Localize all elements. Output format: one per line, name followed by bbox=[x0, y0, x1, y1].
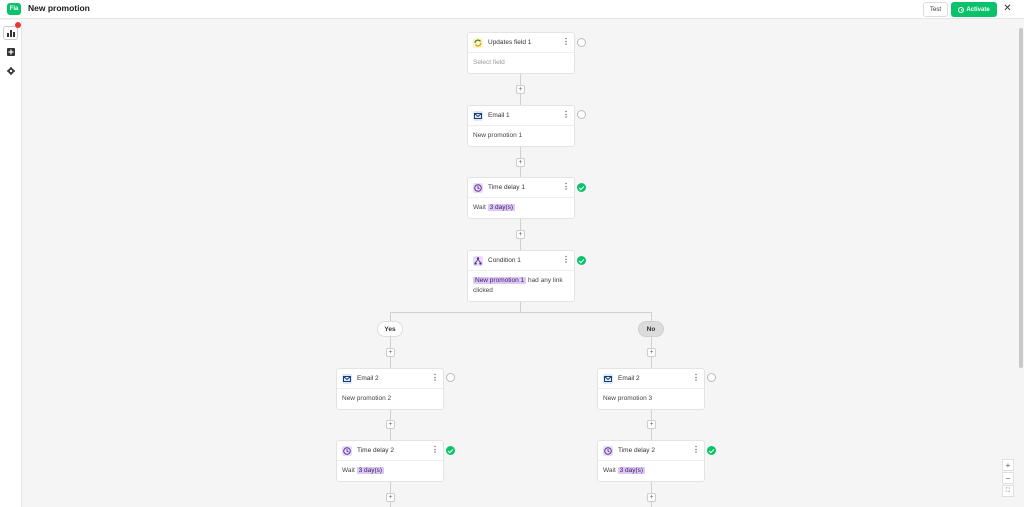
wait-label: Wait bbox=[473, 204, 486, 211]
add-step-button[interactable]: + bbox=[386, 420, 395, 429]
analytics-icon bbox=[6, 30, 15, 37]
more-menu-icon[interactable]: ⋮ bbox=[431, 374, 439, 382]
node-title: Updates field 1 bbox=[488, 39, 532, 46]
more-menu-icon[interactable]: ⋮ bbox=[562, 256, 570, 264]
vertical-scrollbar[interactable] bbox=[1017, 20, 1024, 507]
status-pending-icon bbox=[707, 373, 716, 382]
status-pending-icon bbox=[446, 373, 455, 382]
condition-icon bbox=[473, 255, 483, 266]
node-body: Wait 3 day(s) bbox=[337, 461, 443, 476]
node-body: Wait 3 day(s) bbox=[598, 461, 704, 476]
clock-icon bbox=[473, 182, 483, 193]
email-icon bbox=[473, 110, 483, 121]
node-title: Time delay 1 bbox=[488, 184, 525, 191]
zoom-out-button[interactable]: − bbox=[1002, 472, 1014, 484]
branch-yes[interactable]: Yes bbox=[377, 321, 403, 337]
node-time-delay-3[interactable]: Time delay 2 ⋮ Wait 3 day(s) bbox=[597, 440, 705, 482]
add-step-button[interactable]: + bbox=[516, 158, 525, 167]
scrollbar-thumb[interactable] bbox=[1019, 28, 1023, 368]
left-toolbar bbox=[0, 20, 22, 507]
add-block-icon bbox=[6, 48, 15, 56]
node-title: Condition 1 bbox=[488, 257, 521, 264]
status-done-icon bbox=[707, 446, 716, 455]
more-menu-icon[interactable]: ⋮ bbox=[692, 374, 700, 382]
close-button[interactable]: ✕ bbox=[1002, 3, 1013, 14]
branch-no[interactable]: No bbox=[638, 321, 664, 337]
node-email-3[interactable]: Email 2 ⋮ New promotion 3 bbox=[597, 368, 705, 410]
page-title: New promotion bbox=[28, 3, 90, 13]
condition-email: New promotion 1 bbox=[473, 277, 527, 284]
add-step-button[interactable]: + bbox=[647, 348, 656, 357]
play-icon bbox=[958, 6, 965, 13]
status-done-icon bbox=[446, 446, 455, 455]
wait-label: Wait bbox=[603, 467, 616, 474]
settings-button[interactable] bbox=[3, 64, 18, 78]
more-menu-icon[interactable]: ⋮ bbox=[562, 183, 570, 191]
node-title: Email 2 bbox=[618, 375, 640, 382]
node-time-delay-1[interactable]: Time delay 1 ⋮ Wait 3 day(s) bbox=[467, 177, 575, 219]
status-done-icon bbox=[577, 256, 586, 265]
activate-label: Activate bbox=[966, 6, 990, 13]
clock-icon bbox=[342, 445, 352, 456]
add-block-button[interactable] bbox=[3, 45, 18, 59]
analytics-button[interactable] bbox=[3, 26, 18, 40]
node-title: Email 1 bbox=[488, 112, 510, 119]
activate-button[interactable]: Activate bbox=[951, 2, 997, 17]
top-bar: Fla New promotion Test Activate ✕ bbox=[0, 0, 1024, 19]
node-title: Time delay 2 bbox=[357, 447, 394, 454]
more-menu-icon[interactable]: ⋮ bbox=[692, 446, 700, 454]
add-step-button[interactable]: + bbox=[386, 493, 395, 502]
refresh-icon bbox=[473, 37, 483, 48]
email-icon bbox=[342, 373, 352, 384]
connector bbox=[651, 312, 652, 321]
notification-badge bbox=[15, 22, 21, 28]
node-email-1[interactable]: Email 1 ⋮ New promotion 1 bbox=[467, 105, 575, 147]
clock-icon bbox=[603, 445, 613, 456]
more-menu-icon[interactable]: ⋮ bbox=[562, 111, 570, 119]
delay-value: 3 day(s) bbox=[356, 467, 385, 474]
wait-label: Wait bbox=[342, 467, 355, 474]
add-step-button[interactable]: + bbox=[386, 348, 395, 357]
status-pending-icon bbox=[577, 38, 586, 47]
zoom-in-button[interactable]: + bbox=[1002, 459, 1014, 471]
status-done-icon bbox=[577, 183, 586, 192]
test-button[interactable]: Test bbox=[923, 2, 948, 17]
add-step-button[interactable]: + bbox=[647, 420, 656, 429]
node-condition-1[interactable]: Condition 1 ⋮ New promotion 1 had any li… bbox=[467, 250, 575, 302]
node-body: New promotion 2 bbox=[342, 395, 392, 402]
node-title: Time delay 2 bbox=[618, 447, 655, 454]
add-step-button[interactable]: + bbox=[647, 493, 656, 502]
node-body: New promotion 3 bbox=[603, 395, 653, 402]
node-title: Email 2 bbox=[357, 375, 379, 382]
node-body: New promotion 1 had any link clicked bbox=[468, 271, 574, 296]
settings-icon bbox=[6, 67, 15, 75]
add-step-button[interactable]: + bbox=[516, 230, 525, 239]
fit-view-button[interactable]: ⛶ bbox=[1002, 485, 1014, 497]
delay-value: 3 day(s) bbox=[487, 204, 516, 211]
node-body: Select field bbox=[473, 59, 505, 66]
app-logo: Fla bbox=[7, 3, 21, 15]
add-step-button[interactable]: + bbox=[516, 85, 525, 94]
branch-connector bbox=[390, 312, 652, 313]
email-icon bbox=[603, 373, 613, 384]
more-menu-icon[interactable]: ⋮ bbox=[431, 446, 439, 454]
node-body: Wait 3 day(s) bbox=[468, 198, 574, 213]
node-body: New promotion 1 bbox=[473, 132, 523, 139]
node-updates-field[interactable]: Updates field 1 ⋮ Select field bbox=[467, 32, 575, 74]
delay-value: 3 day(s) bbox=[617, 467, 646, 474]
node-email-2[interactable]: Email 2 ⋮ New promotion 2 bbox=[336, 368, 444, 410]
connector bbox=[390, 312, 391, 321]
status-pending-icon bbox=[577, 110, 586, 119]
more-menu-icon[interactable]: ⋮ bbox=[562, 38, 570, 46]
node-time-delay-2[interactable]: Time delay 2 ⋮ Wait 3 day(s) bbox=[336, 440, 444, 482]
